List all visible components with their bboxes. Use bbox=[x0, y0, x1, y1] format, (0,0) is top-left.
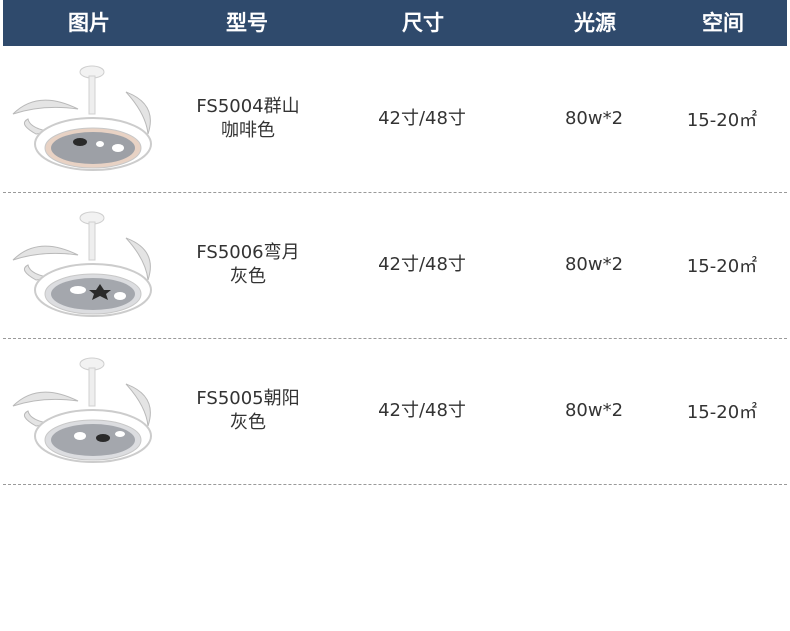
light-value: 80w*2 bbox=[564, 400, 624, 421]
header-light: 光源 bbox=[574, 11, 616, 35]
table-row: FS5006弯月 灰色 42寸/48寸 80w*2 15-20㎡ bbox=[0, 192, 790, 338]
size-value: 42寸/48寸 bbox=[378, 400, 466, 421]
light-value: 80w*2 bbox=[564, 108, 624, 129]
header-size: 尺寸 bbox=[402, 11, 444, 35]
ceiling-fan-light-icon bbox=[12, 211, 152, 317]
header-model: 型号 bbox=[226, 11, 268, 35]
ceiling-fan-light-icon bbox=[12, 357, 152, 463]
model-color: 咖啡色 bbox=[221, 120, 275, 141]
space-value: 15-20㎡ bbox=[686, 402, 758, 423]
table-row: FS5004群山 咖啡色 42寸/48寸 80w*2 15-20㎡ bbox=[0, 46, 790, 192]
ceiling-fan-light-icon bbox=[12, 65, 152, 171]
model-name: FS5004群山 bbox=[196, 96, 300, 117]
header-space: 空间 bbox=[702, 11, 744, 35]
space-value: 15-20㎡ bbox=[686, 110, 758, 131]
space-value: 15-20㎡ bbox=[686, 256, 758, 277]
row-divider bbox=[3, 484, 787, 485]
model-color: 灰色 bbox=[230, 412, 266, 433]
model-color: 灰色 bbox=[230, 266, 266, 287]
model-name: FS5005朝阳 bbox=[196, 388, 300, 409]
light-value: 80w*2 bbox=[564, 254, 624, 275]
size-value: 42寸/48寸 bbox=[378, 108, 466, 129]
header-image: 图片 bbox=[68, 11, 110, 35]
model-name: FS5006弯月 bbox=[196, 242, 300, 263]
table-header: 图片 型号 尺寸 光源 空间 bbox=[3, 0, 787, 46]
size-value: 42寸/48寸 bbox=[378, 254, 466, 275]
table-row: FS5005朝阳 灰色 42寸/48寸 80w*2 15-20㎡ bbox=[0, 338, 790, 484]
